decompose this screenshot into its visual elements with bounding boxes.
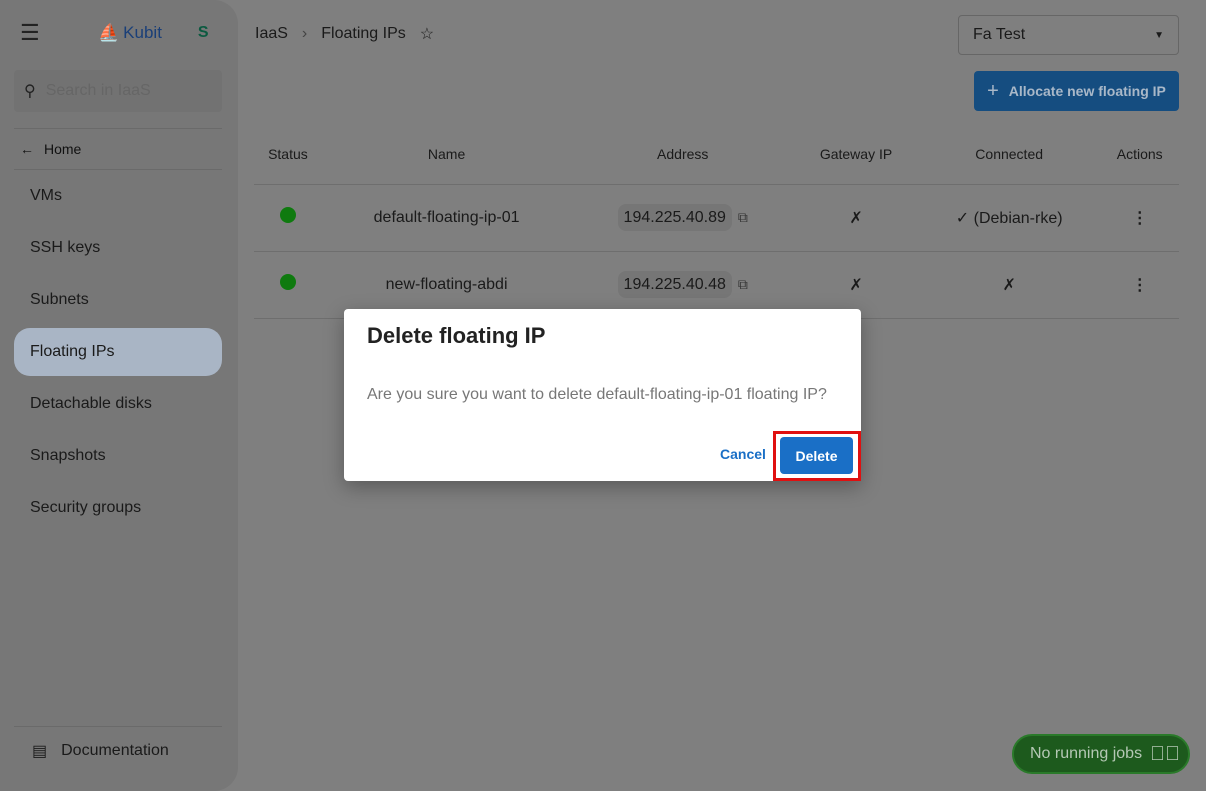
copy-icon[interactable]: ⧉: [738, 276, 748, 292]
plus-icon: +: [987, 79, 999, 102]
search-input[interactable]: ⚲ Search in IaaS: [14, 70, 222, 112]
document-icon: ▤: [32, 742, 48, 760]
sidebar: ☰ ⛵ Kubit S ⚲ Search in IaaS ← Home VMs SSH…: [0, 0, 238, 791]
copy-icon[interactable]: ⧉: [738, 209, 748, 225]
sidebar-item-snapshots[interactable]: Snapshots: [14, 430, 222, 482]
address-chip: 194.225.40.48: [617, 270, 732, 298]
header-gateway-ip: Gateway IP: [794, 124, 918, 185]
connected-cell: ✗: [917, 251, 1101, 319]
breadcrumb-current: Floating IPs: [321, 25, 406, 42]
more-actions-icon[interactable]: ⋮: [1100, 251, 1179, 319]
status-indicator: [279, 274, 296, 290]
connected-cell: ✓ (Debian-rke): [917, 184, 1101, 252]
header-status: Status: [254, 124, 322, 185]
sidebar-item-detachable-disks[interactable]: Detachable disks: [14, 378, 222, 430]
table-row: default-floating-ip-01 194.225.40.89 ⧉ ✗ …: [254, 184, 1179, 252]
status-indicator: [279, 207, 296, 223]
caret-down-icon: ▼: [1154, 29, 1164, 41]
floating-ips-table: Status Name Address Gateway IP Connected…: [254, 124, 1179, 319]
breadcrumb: IaaS › Floating IPs ☆: [255, 24, 434, 44]
check-circle-icon: ✓⃝: [1150, 742, 1180, 765]
home-link[interactable]: ← Home: [14, 128, 222, 170]
dialog-title: Delete floating IP: [367, 323, 546, 348]
delete-dialog: Delete floating IP Are you sure you want…: [344, 309, 861, 481]
header-connected: Connected: [917, 124, 1101, 185]
header-actions: Actions: [1100, 124, 1179, 185]
breadcrumb-root[interactable]: IaaS: [255, 25, 288, 43]
name-cell: new-floating-abdi: [321, 251, 572, 319]
table-row: new-floating-abdi 194.225.40.48 ⧉ ✗ ✗ ⋮: [254, 251, 1179, 319]
documentation-link[interactable]: ▤ Documentation: [14, 726, 222, 774]
gateway-cell: ✗: [794, 184, 918, 252]
header-name: Name: [321, 124, 572, 185]
project-select[interactable]: Fa Test ▼: [958, 15, 1179, 55]
arrow-left-icon: ←: [20, 141, 34, 157]
kubit-logo[interactable]: ⛵ Kubit: [98, 23, 162, 43]
delete-button[interactable]: Delete: [780, 437, 853, 474]
sidebar-item-security-groups[interactable]: Security groups: [14, 482, 222, 534]
header-address: Address: [571, 124, 795, 185]
partner-logo: S: [197, 24, 209, 41]
dialog-message: Are you sure you want to delete default-…: [367, 386, 827, 403]
sidebar-item-vms[interactable]: VMs: [14, 170, 222, 222]
jobs-status-pill[interactable]: No running jobs ✓⃝: [1012, 734, 1190, 774]
address-chip: 194.225.40.89: [617, 203, 732, 231]
allocate-floating-ip-button[interactable]: + Allocate new floating IP: [974, 71, 1179, 111]
chevron-right-icon: ›: [301, 25, 308, 42]
star-icon[interactable]: ☆: [420, 24, 434, 44]
gateway-cell: ✗: [794, 251, 918, 319]
sidebar-item-subnets[interactable]: Subnets: [14, 274, 222, 326]
sidebar-item-floating-ips[interactable]: Floating IPs: [14, 328, 222, 376]
boat-icon: ⛵: [98, 23, 120, 42]
menu-icon[interactable]: ☰: [20, 20, 50, 46]
name-cell: default-floating-ip-01: [321, 184, 572, 252]
cancel-button[interactable]: Cancel: [720, 446, 766, 462]
more-actions-icon[interactable]: ⋮: [1100, 184, 1179, 252]
search-icon: ⚲: [24, 83, 36, 100]
sidebar-item-ssh-keys[interactable]: SSH keys: [14, 222, 222, 274]
